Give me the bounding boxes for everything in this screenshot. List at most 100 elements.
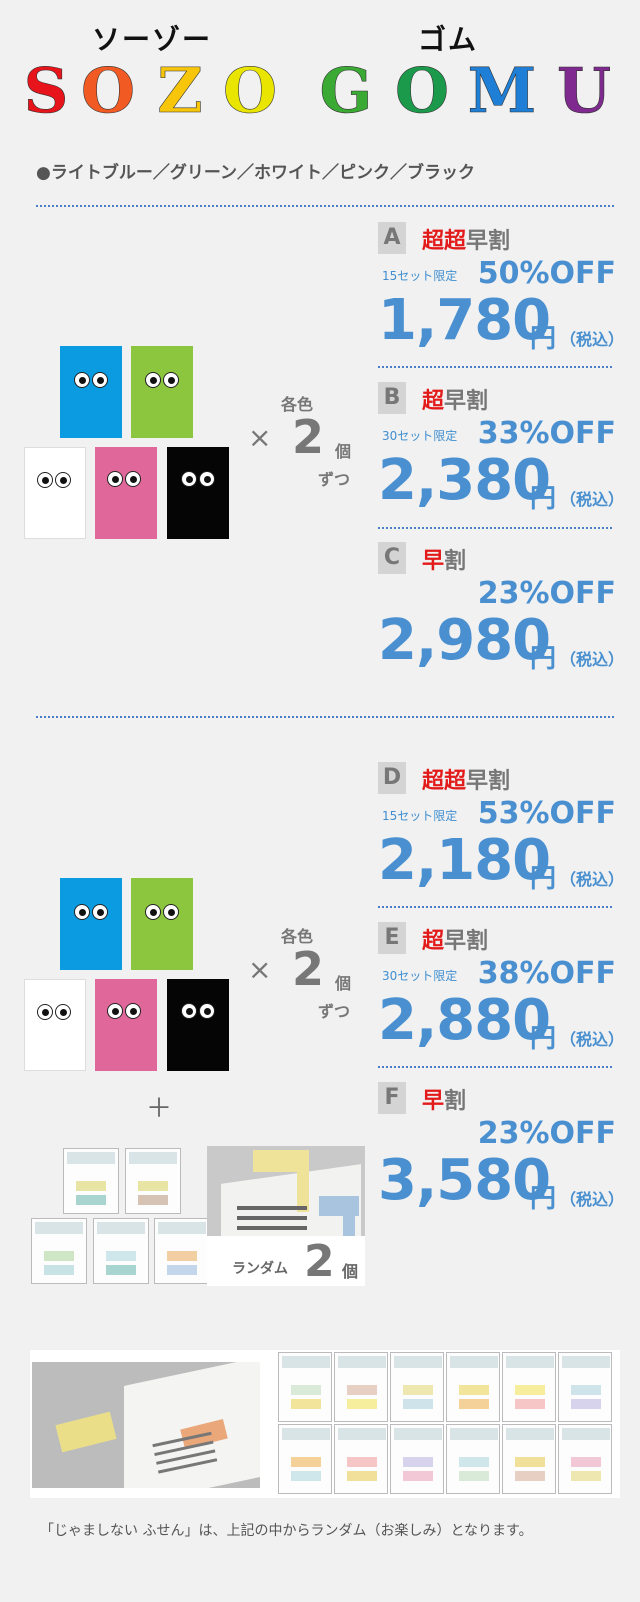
plan-letter: E [378, 922, 406, 954]
fusen-pack-image [154, 1218, 210, 1284]
plan-separator [378, 366, 612, 368]
plan-tier-highlight: 超 [422, 929, 445, 954]
count-unit: 個 [335, 442, 352, 461]
divider-top [36, 205, 614, 207]
eye-icon [92, 372, 108, 388]
plan-tier: 早割 [422, 1083, 466, 1115]
plus-sign: ＋ [146, 1094, 173, 1124]
plan-separator [378, 906, 612, 908]
fusen-pack-image [31, 1218, 87, 1284]
plan-tier: 早割 [422, 543, 466, 575]
fusen-pack-thumb [502, 1352, 556, 1422]
plan-price: 3,580 [378, 1148, 551, 1213]
plan-yen: 円 [530, 1024, 557, 1054]
plan-tax: （税込） [560, 330, 625, 349]
plan-yen: 円 [530, 324, 557, 354]
gum-pink [95, 979, 157, 1071]
plan-separator [378, 527, 612, 529]
gum-white [24, 447, 86, 539]
fusen-pack-image [93, 1218, 149, 1284]
sozo-gomu-logo: SOZOGOMU [23, 60, 611, 120]
eye-icon [145, 372, 161, 388]
plan-letter: F [378, 1082, 406, 1114]
plan-tier-highlight: 早 [422, 1089, 445, 1114]
plan-tax: （税込） [560, 1030, 625, 1049]
plan-letter: C [378, 542, 406, 574]
plan-price: 2,980 [378, 608, 551, 673]
fusen-pack-thumb [558, 1352, 612, 1422]
random-count: 2 [304, 1236, 335, 1287]
gum-blue [60, 878, 122, 970]
plan-discount: 50%OFF [477, 256, 616, 291]
count-value: 2 [292, 410, 325, 464]
logo-letter: G [320, 60, 373, 120]
eye-icon [37, 1004, 53, 1020]
fusen-pack-thumb [390, 1424, 444, 1494]
fusen-pack-thumb [278, 1352, 332, 1422]
eye-icon [163, 904, 179, 920]
logo-letter: U [557, 60, 611, 120]
plan-price: 2,380 [378, 448, 551, 513]
plan-tier: 超早割 [422, 383, 488, 415]
eye-icon [107, 471, 123, 487]
color-list: ●ライトブルー／グリーン／ホワイト／ピンク／ブラック [36, 163, 475, 183]
eye-icon [74, 372, 90, 388]
plan-tax: （税込） [560, 870, 625, 889]
plan-limit: 30セット限定 [382, 429, 458, 443]
random-unit: 個 [342, 1262, 359, 1281]
gum-pink [95, 447, 157, 539]
plan-tier-rest: 割 [444, 1089, 467, 1114]
plan-letter: A [378, 222, 406, 254]
gum-green [131, 878, 193, 970]
plan-limit: 15セット限定 [382, 269, 458, 283]
eye-icon [125, 1003, 141, 1019]
plan-limit: 15セット限定 [382, 809, 458, 823]
zutsu-label: ずつ [318, 470, 351, 489]
eye-icon [199, 471, 215, 487]
eye-icon [37, 472, 53, 488]
plan-yen: 円 [530, 1184, 557, 1214]
gum-green [131, 346, 193, 438]
kana-sozo: ソーゾー [92, 23, 213, 56]
plan-limit: 30セット限定 [382, 969, 458, 983]
kana-gomu: ゴム [418, 23, 479, 56]
fusen-pack-image [63, 1148, 119, 1214]
fusen-pack-thumb [558, 1424, 612, 1494]
logo-letter: S [24, 60, 69, 120]
eye-icon [125, 471, 141, 487]
divider-middle [36, 716, 614, 718]
logo-letter: Z [157, 60, 202, 120]
eye-icon [199, 1003, 215, 1019]
plan-tier-highlight: 早 [422, 549, 445, 574]
plan-tier-rest: 早割 [444, 929, 489, 954]
fusen-pack-image [125, 1148, 181, 1214]
plan-tier-highlight: 超超 [422, 229, 467, 254]
plan-tier-rest: 割 [444, 549, 467, 574]
eye-icon [181, 471, 197, 487]
plan-discount: 38%OFF [477, 956, 616, 991]
gum-black [167, 447, 229, 539]
count-unit: 個 [335, 974, 352, 993]
plan-tier: 超超早割 [422, 223, 510, 255]
plan-discount: 23%OFF [477, 1116, 616, 1151]
eye-icon [55, 472, 71, 488]
plan-discount: 33%OFF [477, 416, 616, 451]
plan-tier-rest: 早割 [444, 389, 489, 414]
eye-icon [55, 1004, 71, 1020]
plan-tax: （税込） [560, 1190, 625, 1209]
footer-note: 「じゃましない ふせん」は、上記の中からランダム（お楽しみ）となります。 [40, 1523, 533, 1539]
plan-yen: 円 [530, 864, 557, 894]
plan-discount: 53%OFF [477, 796, 616, 831]
logo-letter: O [223, 60, 277, 120]
plan-tax: （税込） [560, 650, 625, 669]
gum-blue [60, 346, 122, 438]
plan-yen: 円 [530, 484, 557, 514]
fusen-book-photo [32, 1362, 260, 1488]
eye-icon [181, 1003, 197, 1019]
plan-tier: 超早割 [422, 923, 488, 955]
plan-tier-rest: 早割 [466, 769, 511, 794]
plan-tier: 超超早割 [422, 763, 510, 795]
zutsu-label: ずつ [318, 1002, 351, 1021]
plan-tax: （税込） [560, 490, 625, 509]
eye-icon [74, 904, 90, 920]
